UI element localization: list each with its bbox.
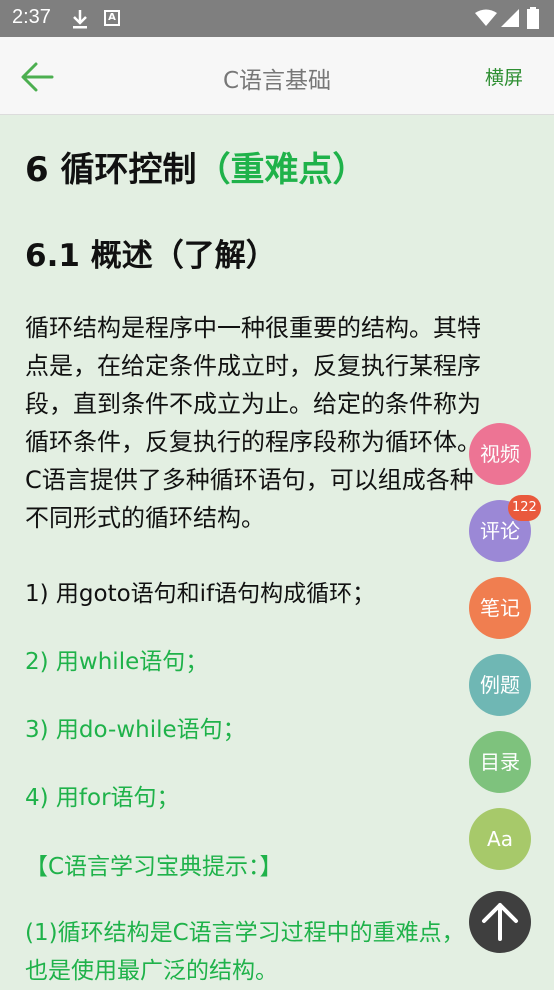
app-bar: C语言基础 横屏 bbox=[0, 37, 554, 115]
paragraph-line: 段，直到条件不成立为止。给定的条件称为 bbox=[25, 390, 481, 418]
scroll-top-button[interactable] bbox=[469, 891, 531, 953]
chapter-title: 6 循环控制 bbox=[25, 150, 197, 190]
battery-icon bbox=[527, 7, 539, 29]
status-bar: 2:37 A bbox=[0, 0, 554, 37]
paragraph-line: 不同形式的循环结构。 bbox=[25, 504, 265, 532]
list-item: 2) 用while语句； bbox=[25, 649, 209, 675]
signal-icon bbox=[501, 9, 519, 27]
tip-line: 也是使用最广泛的结构。 bbox=[25, 958, 278, 984]
paragraph-line: C语言提供了多种循环语句，可以组成各种 bbox=[25, 466, 474, 494]
chapter-heading: 6 循环控制（重难点） bbox=[25, 142, 367, 191]
a-icon: A bbox=[104, 10, 120, 26]
download-icon bbox=[73, 10, 87, 29]
tip-text: (1)循环结构是C语言学习过程中的重难点， 也是使用最广泛的结构。 bbox=[25, 914, 465, 990]
section-heading: 6.1 概述（了解） bbox=[25, 238, 277, 274]
comment-count-badge: 122 bbox=[508, 495, 541, 521]
list-item: 3) 用do-while语句； bbox=[25, 717, 246, 743]
intro-paragraph: 循环结构是程序中一种很重要的结构。其特 点是，在给定条件成立时，反复执行某程序 … bbox=[25, 309, 530, 537]
font-size-button[interactable]: Aa bbox=[469, 808, 531, 870]
arrow-up-icon bbox=[482, 903, 518, 941]
chapter-difficulty: （重难点） bbox=[196, 150, 367, 190]
tip-line: (1)循环结构是C语言学习过程中的重难点， bbox=[25, 920, 465, 946]
landscape-button[interactable]: 横屏 bbox=[485, 63, 523, 90]
wifi-icon bbox=[475, 9, 497, 26]
notes-button[interactable]: 笔记 bbox=[469, 577, 531, 639]
list-item: 4) 用for语句； bbox=[25, 785, 180, 811]
paragraph-line: 循环条件，反复执行的程序段称为循环体。 bbox=[25, 428, 481, 456]
list-item: 1) 用goto语句和if语句构成循环； bbox=[25, 581, 376, 607]
paragraph-line: 循环结构是程序中一种很重要的结构。其特 bbox=[25, 314, 481, 342]
status-time: 2:37 bbox=[12, 6, 51, 28]
toc-button[interactable]: 目录 bbox=[469, 731, 531, 793]
example-button[interactable]: 例题 bbox=[469, 654, 531, 716]
page-title: C语言基础 bbox=[222, 68, 332, 94]
paragraph-line: 点是，在给定条件成立时，反复执行某程序 bbox=[25, 352, 481, 380]
tip-title: 【C语言学习宝典提示：】 bbox=[25, 854, 283, 880]
video-button[interactable]: 视频 bbox=[469, 423, 531, 485]
